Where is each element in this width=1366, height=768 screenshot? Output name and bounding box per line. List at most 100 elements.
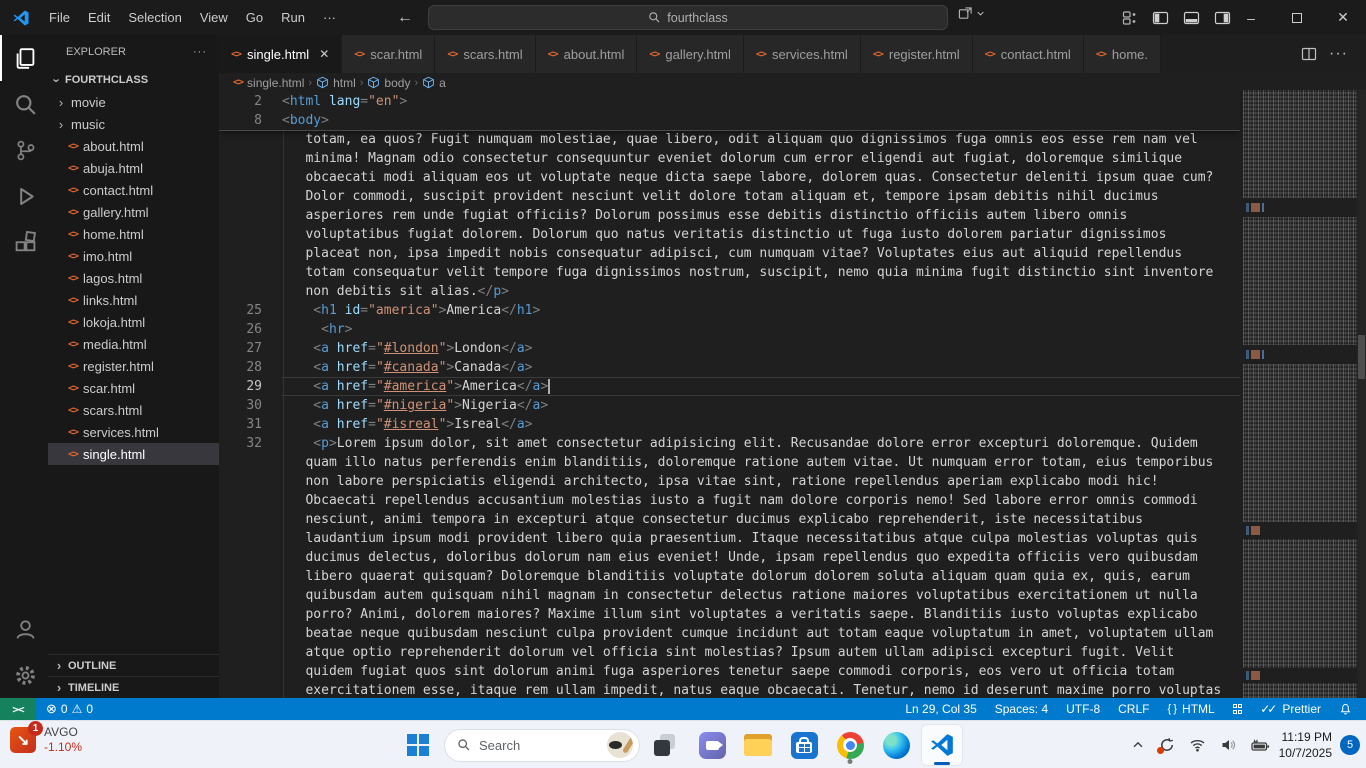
menu-item-edit[interactable]: Edit (79, 0, 119, 35)
window-dropdown-icon[interactable] (958, 6, 985, 21)
activitybar-run-debug[interactable] (0, 173, 48, 219)
file-item-lokoja-html[interactable]: <>lokoja.html (48, 311, 219, 333)
code-line[interactable]: 27 <a href="#london">London</a> (219, 339, 1240, 358)
file-item-about-html[interactable]: <>about.html (48, 135, 219, 157)
problems-status[interactable]: ⊗ 0 ⚠ 0 (46, 701, 93, 717)
code-line[interactable]: 25 <h1 id="america">America</h1> (219, 301, 1240, 320)
edge-button[interactable] (876, 725, 916, 765)
breadcrumb-item-a[interactable]: a (422, 76, 446, 90)
tab-services-html[interactable]: <>services.html (744, 35, 861, 73)
code-line[interactable]: ducimus delectus, doloribus dolorum nam … (219, 548, 1240, 567)
chrome-button[interactable] (830, 725, 870, 765)
menu-item-file[interactable]: File (40, 0, 79, 35)
code-line[interactable]: atque optio reprehenderit dolorum vel of… (219, 643, 1240, 662)
code-line[interactable]: non debitis sit alias.</p> (219, 282, 1240, 301)
code-line[interactable]: 2<html lang="en"> (219, 92, 1240, 111)
breadcrumb-item-single-html[interactable]: <>single.html (233, 76, 304, 90)
code-line[interactable]: asperiores rem unde fugiat officiis? Dol… (219, 206, 1240, 225)
file-item-abuja-html[interactable]: <>abuja.html (48, 157, 219, 179)
code-line[interactable]: 31 <a href="#isreal">Isreal</a> (219, 415, 1240, 434)
status-formatter[interactable]: ✓✓Prettier (1260, 702, 1321, 716)
code-line[interactable]: 8<body> (219, 111, 1240, 130)
tab-about-html[interactable]: <>about.html (536, 35, 638, 73)
tab-gallery-html[interactable]: <>gallery.html (637, 35, 744, 73)
status-encoding[interactable]: UTF-8 (1066, 702, 1100, 716)
command-center-search[interactable]: fourthclass (428, 5, 948, 30)
code-line[interactable]: totam consequatur velit tempore fuga dig… (219, 263, 1240, 282)
code-line[interactable]: Obcaecati repellendus accusantium molest… (219, 491, 1240, 510)
scrollbar-thumb[interactable] (1358, 335, 1365, 379)
file-item-media-html[interactable]: <>media.html (48, 333, 219, 355)
status-cursor-position[interactable]: Ln 29, Col 35 (905, 702, 976, 716)
file-item-links-html[interactable]: <>links.html (48, 289, 219, 311)
file-item-imo-html[interactable]: <>imo.html (48, 245, 219, 267)
breadcrumb-item-body[interactable]: body (367, 76, 410, 90)
file-item-scars-html[interactable]: <>scars.html (48, 399, 219, 421)
toggle-panel-icon[interactable] (1183, 10, 1200, 26)
toggle-primary-sidebar-icon[interactable] (1152, 10, 1169, 26)
menu-item-view[interactable]: View (191, 0, 237, 35)
folder-item-movie[interactable]: ›movie (48, 91, 219, 113)
menu-item-moremoremore[interactable]: ··· (314, 0, 345, 35)
widgets-button[interactable]: ↘ 1 AVGO -1.10% (10, 725, 82, 755)
activitybar-accounts[interactable] (0, 606, 48, 652)
code-line[interactable]: quibusdam autem quisquam nihil magnam in… (219, 586, 1240, 605)
tab-home-[interactable]: <>home. (1084, 35, 1161, 73)
code-line[interactable]: 28 <a href="#canada">Canada</a> (219, 358, 1240, 377)
sync-update-icon[interactable] (1159, 737, 1175, 753)
file-explorer-button[interactable] (738, 725, 778, 765)
file-item-services-html[interactable]: <>services.html (48, 421, 219, 443)
wifi-icon[interactable] (1189, 737, 1206, 753)
code-line[interactable]: 32 <p>Lorem ipsum dolor, sit amet consec… (219, 434, 1240, 453)
section-outline[interactable]: ›OUTLINE (48, 654, 219, 676)
code-line[interactable]: voluptatibus fugiat dolorem. Dolorum quo… (219, 225, 1240, 244)
taskbar-clock[interactable]: 11:19 PM 10/7/2025 (1279, 729, 1332, 761)
activitybar-explorer[interactable] (0, 35, 48, 81)
chat-button[interactable] (692, 725, 732, 765)
tab-single-html[interactable]: <>single.html✕ (219, 35, 342, 73)
code-line[interactable]: minima! Magnam odio consectetur consequu… (219, 149, 1240, 168)
file-item-contact-html[interactable]: <>contact.html (48, 179, 219, 201)
code-line[interactable]: 30 <a href="#nigeria">Nigeria</a> (219, 396, 1240, 415)
file-item-register-html[interactable]: <>register.html (48, 355, 219, 377)
notification-count-badge[interactable]: 5 (1340, 735, 1360, 755)
status-indentation[interactable]: Spaces: 4 (995, 702, 1048, 716)
code-line[interactable]: laudantium ipsum modi provident libero q… (219, 529, 1240, 548)
code-line[interactable]: Dolor commodi, suscipit provident nesciu… (219, 187, 1240, 206)
menu-item-run[interactable]: Run (272, 0, 314, 35)
battery-icon[interactable] (1251, 737, 1270, 753)
section-timeline[interactable]: ›TIMELINE (48, 676, 219, 698)
file-item-home-html[interactable]: <>home.html (48, 223, 219, 245)
menu-item-go[interactable]: Go (237, 0, 272, 35)
status-notifications[interactable] (1339, 703, 1352, 716)
remote-indicator[interactable]: >< (0, 698, 36, 720)
workspace-root-folder[interactable]: › FOURTHCLASS (48, 69, 219, 91)
activitybar-source-control[interactable] (0, 127, 48, 173)
explorer-more-actions-icon[interactable]: ··· (193, 46, 207, 58)
status-ports[interactable] (1233, 704, 1243, 714)
nav-back-icon[interactable]: ← (397, 9, 413, 27)
activitybar-search[interactable] (0, 81, 48, 127)
file-item-scar-html[interactable]: <>scar.html (48, 377, 219, 399)
start-button[interactable] (398, 725, 438, 765)
activitybar-settings[interactable] (0, 652, 48, 698)
vscode-button[interactable] (922, 725, 962, 765)
tab-register-html[interactable]: <>register.html (861, 35, 973, 73)
tray-chevron-up-icon[interactable] (1131, 738, 1145, 752)
code-line[interactable]: beatae neque quibusdam nesciunt culpa pr… (219, 624, 1240, 643)
close-tab-icon[interactable]: ✕ (319, 47, 329, 61)
menu-item-selection[interactable]: Selection (119, 0, 190, 35)
tab-contact-html[interactable]: <>contact.html (973, 35, 1084, 73)
editor-more-actions-icon[interactable]: ··· (1329, 45, 1348, 63)
code-line[interactable]: nesciunt, animi tempora in excepturi atq… (219, 510, 1240, 529)
breadcrumb-item-html[interactable]: html (316, 76, 356, 90)
code-line[interactable]: 29 <a href="#america">America</a> (219, 377, 1240, 396)
volume-icon[interactable] (1220, 737, 1237, 753)
status-eol-sequence[interactable]: CRLF (1118, 702, 1149, 716)
file-item-single-html[interactable]: <>single.html (48, 443, 219, 465)
store-button[interactable] (784, 725, 824, 765)
customize-layout-icon[interactable] (1122, 10, 1138, 26)
file-item-gallery-html[interactable]: <>gallery.html (48, 201, 219, 223)
code-line[interactable]: placeat non, ipsa impedit nobis consequa… (219, 244, 1240, 263)
code-line[interactable]: libero quaerat quisquam? Doloremque blan… (219, 567, 1240, 586)
